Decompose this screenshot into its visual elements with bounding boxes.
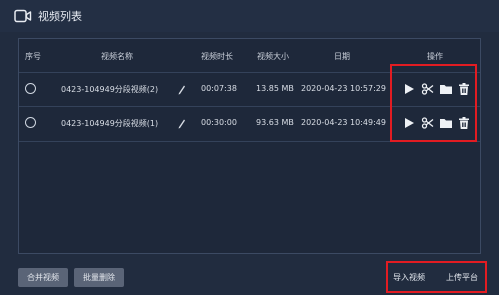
row-select-radio[interactable] [25,117,36,128]
pencil-icon[interactable] [177,117,186,129]
window-title: 视频列表 [38,10,82,23]
header-size: 视频大小 [257,52,289,61]
upload-platform-button[interactable]: 上传平台 [446,272,478,283]
header-date: 日期 [334,52,350,61]
video-camera-icon [14,9,32,23]
pencil-icon[interactable] [177,83,186,95]
header-name: 视频名称 [101,52,133,61]
video-duration: 00:07:38 [201,84,237,93]
import-video-button[interactable]: 导入视频 [393,272,425,283]
merge-videos-button[interactable]: 合并视频 [18,268,68,287]
batch-delete-button[interactable]: 批量删除 [74,268,124,287]
video-name: 0423-104949分段视频(1) [61,119,159,128]
title-bar: 视频列表 [0,0,499,32]
video-size: 93.63 MB [256,118,294,127]
video-date: 2020-04-23 10:49:49 [301,118,386,127]
row-select-radio[interactable] [25,83,36,94]
video-size: 13.85 MB [256,84,294,93]
video-date: 2020-04-23 10:57:29 [301,84,386,93]
header-index: 序号 [25,52,41,61]
video-duration: 00:30:00 [201,118,237,127]
actions-highlight-box [390,64,477,142]
video-name: 0423-104949分段视频(2) [61,85,159,94]
header-duration: 视频时长 [201,52,233,61]
header-actions: 操作 [427,52,443,61]
